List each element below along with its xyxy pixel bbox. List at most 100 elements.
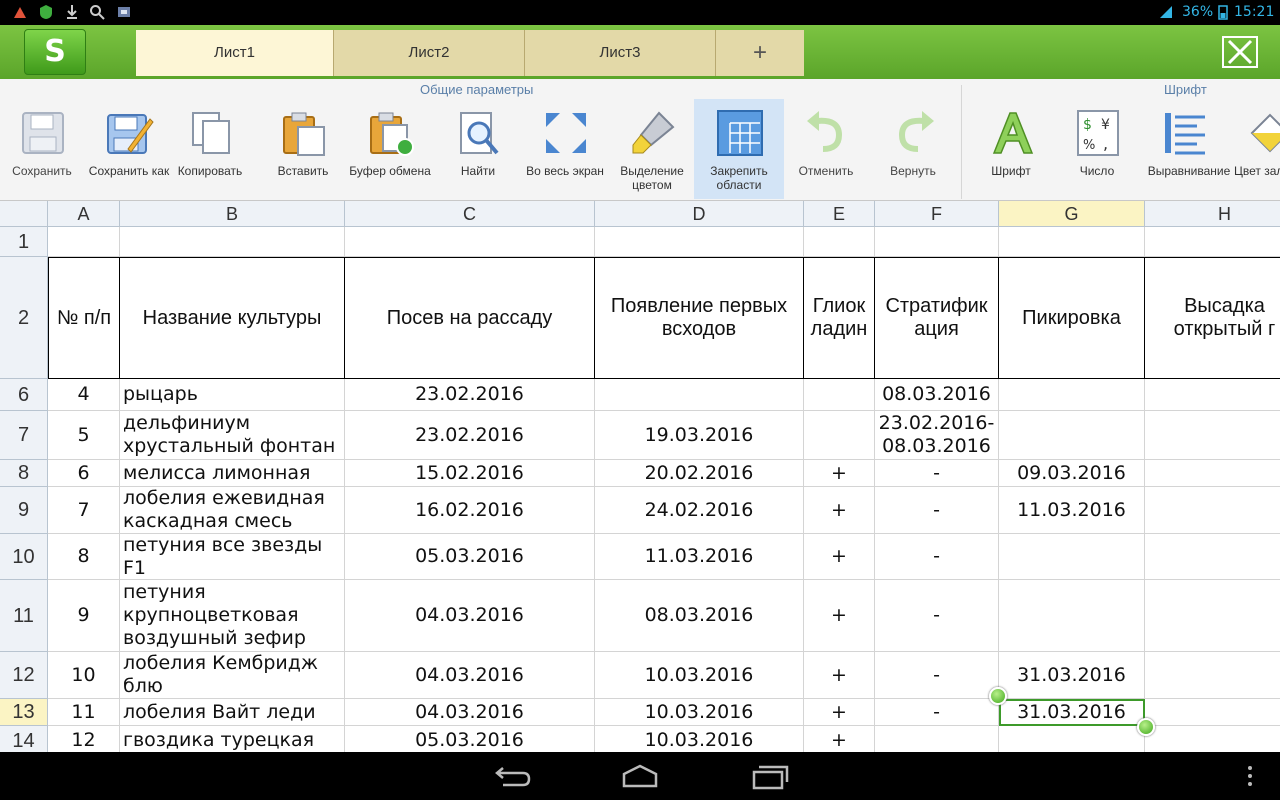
row-header-2[interactable]: 2 — [0, 257, 48, 379]
highlight-button[interactable]: Выделение цветом — [607, 99, 697, 199]
selection-handle-end[interactable] — [1137, 718, 1155, 736]
cell-b9[interactable]: лобелия ежевидная каскадная смесь — [120, 487, 345, 534]
column-header-f[interactable]: F — [875, 201, 999, 227]
header-cell-c[interactable]: Посев на рассаду — [345, 257, 595, 379]
cell-c8[interactable]: 15.02.2016 — [345, 460, 595, 487]
header-cell-h[interactable]: Высадка открытый г — [1145, 257, 1280, 379]
save-button[interactable]: Сохранить — [0, 99, 87, 199]
column-header-d[interactable]: D — [595, 201, 804, 227]
cell-c13[interactable]: 04.03.2016 — [345, 699, 595, 726]
cell-b13[interactable]: лобелия Вайт леди — [120, 699, 345, 726]
cell-g9[interactable]: 11.03.2016 — [999, 487, 1145, 534]
cell-a6[interactable]: 4 — [48, 379, 120, 411]
cell-a9[interactable]: 7 — [48, 487, 120, 534]
cell-a8[interactable]: 6 — [48, 460, 120, 487]
cell-d11[interactable]: 08.03.2016 — [595, 580, 804, 652]
row-header-6[interactable]: 6 — [0, 379, 48, 411]
cell-f9[interactable]: - — [875, 487, 999, 534]
row-header-1[interactable]: 1 — [0, 227, 48, 257]
column-header-b[interactable]: B — [120, 201, 345, 227]
fill-color-button[interactable]: Цвет зал — [1226, 99, 1280, 199]
cell-d9[interactable]: 24.02.2016 — [595, 487, 804, 534]
header-cell-g[interactable]: Пикировка — [999, 257, 1145, 379]
tab-sheet2[interactable]: Лист2 — [334, 30, 525, 76]
cell-b7[interactable]: дельфиниум хрустальный фонтан — [120, 411, 345, 460]
find-button[interactable]: Найти — [433, 99, 523, 199]
cell-a14[interactable]: 12 — [48, 726, 120, 752]
row-header-12[interactable]: 12 — [0, 652, 48, 699]
paste-button[interactable]: Вставить — [258, 99, 348, 199]
cell-e9[interactable]: + — [804, 487, 875, 534]
column-header-g[interactable]: G — [999, 201, 1145, 227]
cell-b12[interactable]: лобелия Кембридж блю — [120, 652, 345, 699]
recent-apps-icon[interactable] — [750, 762, 790, 790]
cell-f6[interactable]: 08.03.2016 — [875, 379, 999, 411]
spreadsheet-grid[interactable]: A B C D E F G H 1 2 № п/п Название культуры Посев на… — [0, 201, 1280, 752]
cell-g10[interactable] — [999, 534, 1145, 580]
add-sheet-button[interactable]: + — [716, 30, 804, 76]
cell-h6[interactable] — [1145, 379, 1280, 411]
cell-b1[interactable] — [120, 227, 345, 257]
cell-g12[interactable]: 31.03.2016 — [999, 652, 1145, 699]
cell-c14[interactable]: 05.03.2016 — [345, 726, 595, 752]
cell-g13[interactable]: 31.03.2016 — [999, 699, 1145, 726]
cell-g7[interactable] — [999, 411, 1145, 460]
cell-h14[interactable] — [1145, 726, 1280, 752]
cell-f11[interactable]: - — [875, 580, 999, 652]
cell-h12[interactable] — [1145, 652, 1280, 699]
cell-f10[interactable]: - — [875, 534, 999, 580]
column-header-c[interactable]: C — [345, 201, 595, 227]
cell-e13[interactable]: + — [804, 699, 875, 726]
cell-e12[interactable]: + — [804, 652, 875, 699]
cell-h7[interactable] — [1145, 411, 1280, 460]
cell-c10[interactable]: 05.03.2016 — [345, 534, 595, 580]
cell-f7[interactable]: 23.02.2016-08.03.2016 — [875, 411, 999, 460]
cell-e11[interactable]: + — [804, 580, 875, 652]
cell-a10[interactable]: 8 — [48, 534, 120, 580]
cell-c12[interactable]: 04.03.2016 — [345, 652, 595, 699]
tab-sheet1[interactable]: Лист1 — [136, 30, 334, 76]
row-header-8[interactable]: 8 — [0, 460, 48, 487]
redo-button[interactable]: Вернуть — [868, 99, 958, 199]
cell-d8[interactable]: 20.02.2016 — [595, 460, 804, 487]
cell-e10[interactable]: + — [804, 534, 875, 580]
close-button[interactable] — [1222, 36, 1258, 68]
cell-d1[interactable] — [595, 227, 804, 257]
column-header-h[interactable]: H — [1145, 201, 1280, 227]
cell-e1[interactable] — [804, 227, 875, 257]
cell-g8[interactable]: 09.03.2016 — [999, 460, 1145, 487]
cell-c9[interactable]: 16.02.2016 — [345, 487, 595, 534]
cell-b10[interactable]: петуния все звезды F1 — [120, 534, 345, 580]
row-header-13[interactable]: 13 — [0, 699, 48, 726]
header-cell-b[interactable]: Название культуры — [120, 257, 345, 379]
copy-button[interactable]: Копировать — [165, 99, 255, 199]
cell-h8[interactable] — [1145, 460, 1280, 487]
cell-h11[interactable] — [1145, 580, 1280, 652]
cell-d6[interactable] — [595, 379, 804, 411]
cell-a12[interactable]: 10 — [48, 652, 120, 699]
font-button[interactable]: Шрифт — [966, 99, 1056, 199]
cell-b8[interactable]: мелисса лимонная — [120, 460, 345, 487]
fullscreen-button[interactable]: Во весь экран — [520, 99, 610, 199]
app-logo-button[interactable]: S — [24, 29, 86, 75]
cell-g11[interactable] — [999, 580, 1145, 652]
cell-f13[interactable]: - — [875, 699, 999, 726]
cell-h1[interactable] — [1145, 227, 1280, 257]
cell-d14[interactable]: 10.03.2016 — [595, 726, 804, 752]
row-header-14[interactable]: 14 — [0, 726, 48, 752]
cell-c11[interactable]: 04.03.2016 — [345, 580, 595, 652]
save-as-button[interactable]: Сохранить как — [84, 99, 174, 199]
home-icon[interactable] — [620, 762, 660, 790]
cell-a11[interactable]: 9 — [48, 580, 120, 652]
cell-a1[interactable] — [48, 227, 120, 257]
header-cell-d[interactable]: Появление первых всходов — [595, 257, 804, 379]
row-header-10[interactable]: 10 — [0, 534, 48, 580]
cell-a7[interactable]: 5 — [48, 411, 120, 460]
cell-f8[interactable]: - — [875, 460, 999, 487]
header-cell-a[interactable]: № п/п — [48, 257, 120, 379]
cell-b14[interactable]: гвоздика турецкая — [120, 726, 345, 752]
row-header-11[interactable]: 11 — [0, 580, 48, 652]
alignment-button[interactable]: Выравнивание — [1139, 99, 1239, 199]
cell-e7[interactable] — [804, 411, 875, 460]
cell-c1[interactable] — [345, 227, 595, 257]
